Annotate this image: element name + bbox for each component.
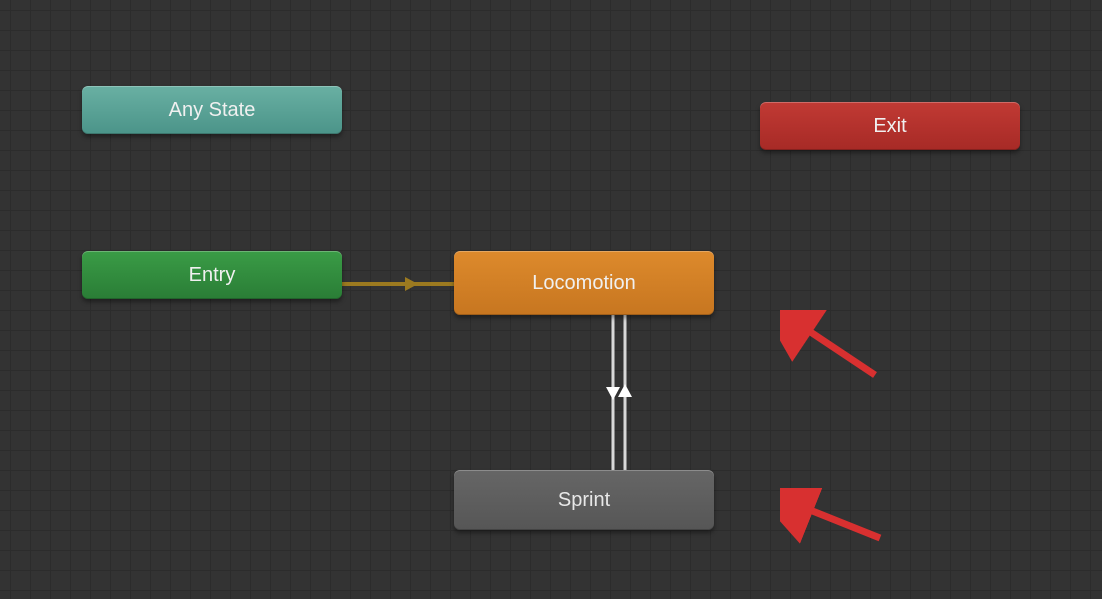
node-label: Exit bbox=[873, 115, 906, 138]
node-label: Entry bbox=[189, 264, 236, 287]
node-label: Sprint bbox=[558, 489, 610, 512]
node-label: Locomotion bbox=[532, 272, 635, 295]
node-sprint[interactable]: Sprint bbox=[454, 470, 714, 530]
node-entry[interactable]: Entry bbox=[82, 251, 342, 299]
node-any-state[interactable]: Any State bbox=[82, 86, 342, 134]
node-locomotion[interactable]: Locomotion bbox=[454, 251, 714, 315]
node-exit[interactable]: Exit bbox=[760, 102, 1020, 150]
node-label: Any State bbox=[169, 99, 256, 122]
